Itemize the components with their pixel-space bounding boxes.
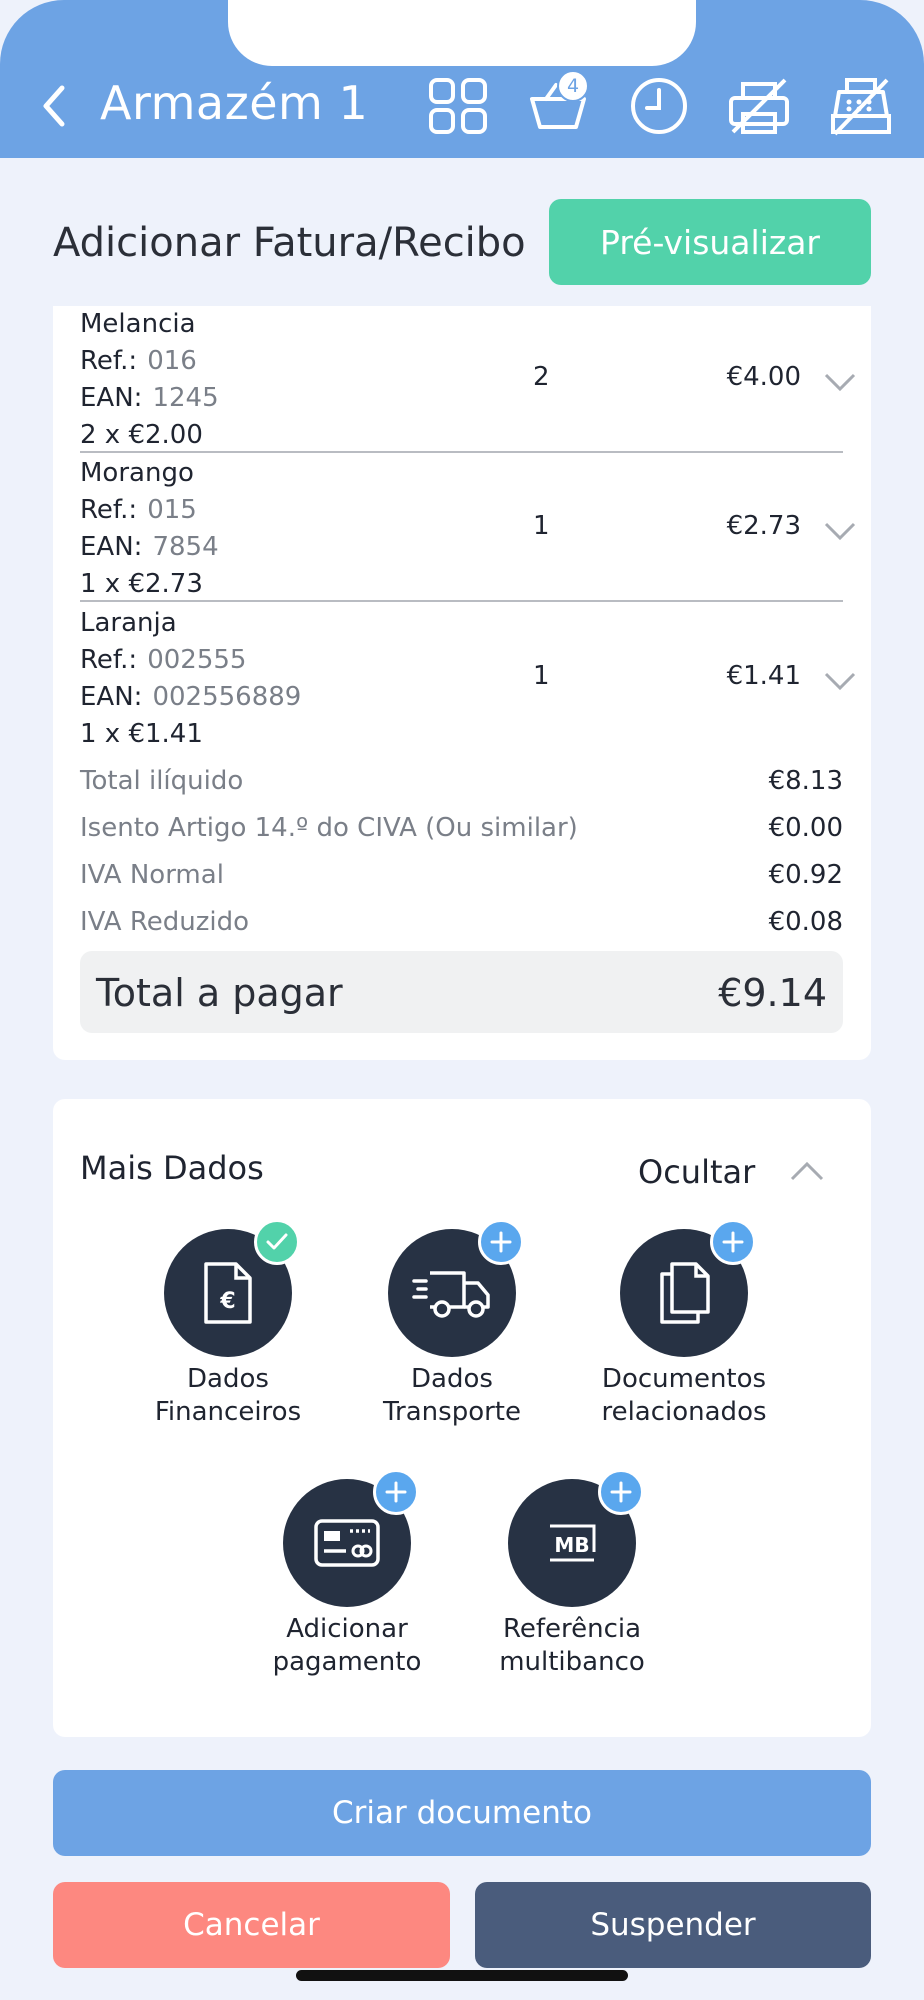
back-chevron-icon [43,85,65,127]
summary-label: IVA Normal [80,860,224,890]
chevron-down-icon[interactable] [823,370,857,394]
plus-badge-icon [710,1219,756,1265]
create-document-button[interactable]: Criar documento [53,1770,871,1856]
more-data-card: Mais Dados Ocultar € Dados Financeiros D… [53,1099,871,1737]
related-documents-button[interactable]: Documentos relacionados [584,1219,784,1429]
item-quantity: 2 [533,362,550,392]
item-price: €4.00 [726,362,801,392]
chevron-down-icon[interactable] [823,669,857,693]
hide-toggle[interactable]: Ocultar [638,1153,755,1191]
item-name: Melancia [80,309,196,339]
summary-label: IVA Reduzido [80,907,249,937]
financial-data-button[interactable]: € Dados Financeiros [128,1219,328,1429]
home-indicator[interactable] [296,1970,628,1981]
plus-badge-icon [598,1469,644,1515]
summary-label: Isento Artigo 14.º do CIVA (Ou similar) [80,813,578,843]
back-button[interactable] [34,80,74,132]
summary-amount: €0.08 [768,907,843,937]
plus-badge-icon [478,1219,524,1265]
summary-label: Total ilíquido [80,766,244,796]
page-title: Adicionar Fatura/Recibo [53,220,526,266]
more-data-title: Mais Dados [80,1149,264,1187]
item-unit-line: 2 x €2.00 [80,420,203,450]
clock-icon [631,78,687,134]
item-divider [80,600,843,602]
basket-count-badge: 4 [557,70,589,102]
cancel-button[interactable]: Cancelar [53,1882,450,1968]
grid-button[interactable] [423,74,493,138]
check-badge-icon [254,1219,300,1265]
svg-text:MB: MB [554,1533,589,1557]
items-card: Melancia Ref.: 016 EAN: 1245 2 x €2.00 2 €… [53,306,871,1060]
delivery-truck-icon [412,1271,490,1318]
item-name: Morango [80,458,194,488]
documents-icon [660,1262,710,1324]
total-amount: €9.14 [718,971,827,1015]
summary-amount: €8.13 [768,766,843,796]
svg-text:€: € [219,1289,235,1314]
item-quantity: 1 [533,511,550,541]
item-unit-line: 1 x €1.41 [80,719,203,749]
printer-off-icon [729,78,789,134]
cash-register-button[interactable] [826,74,896,138]
multibanco-icon: MB [550,1524,596,1562]
summary-amount: €0.92 [768,860,843,890]
invoice-euro-icon: € [204,1262,252,1324]
chevron-up-icon[interactable] [789,1159,825,1183]
add-payment-button[interactable]: Adicionar pagamento [247,1469,447,1679]
summary-amount: €0.00 [768,813,843,843]
suspend-button[interactable]: Suspender [475,1882,871,1968]
summary-row: Total ilíquido €8.13 [80,766,843,796]
total-label: Total a pagar [96,971,343,1015]
device-notch [228,0,696,66]
item-price: €1.41 [726,661,801,691]
printer-button[interactable] [724,74,794,138]
preview-button[interactable]: Pré-visualizar [549,199,871,285]
store-title: Armazém 1 [100,76,369,130]
summary-row: IVA Normal €0.92 [80,860,843,890]
chevron-down-icon[interactable] [823,519,857,543]
payment-card-icon [314,1519,380,1567]
item-quantity: 1 [533,661,550,691]
transport-data-button[interactable]: Dados Transporte [352,1219,552,1429]
item-price: €2.73 [726,511,801,541]
item-unit-line: 1 x €2.73 [80,569,203,599]
history-button[interactable] [624,74,694,138]
item-divider [80,451,843,453]
total-box: Total a pagar €9.14 [80,951,843,1033]
multibanco-reference-button[interactable]: MB Referência multibanco [472,1469,672,1679]
cash-register-off-icon [831,78,891,136]
summary-row: IVA Reduzido €0.08 [80,907,843,937]
summary-row: Isento Artigo 14.º do CIVA (Ou similar) … [80,813,843,843]
grid-icon [429,78,487,134]
plus-badge-icon [373,1469,419,1515]
item-name: Laranja [80,608,177,638]
